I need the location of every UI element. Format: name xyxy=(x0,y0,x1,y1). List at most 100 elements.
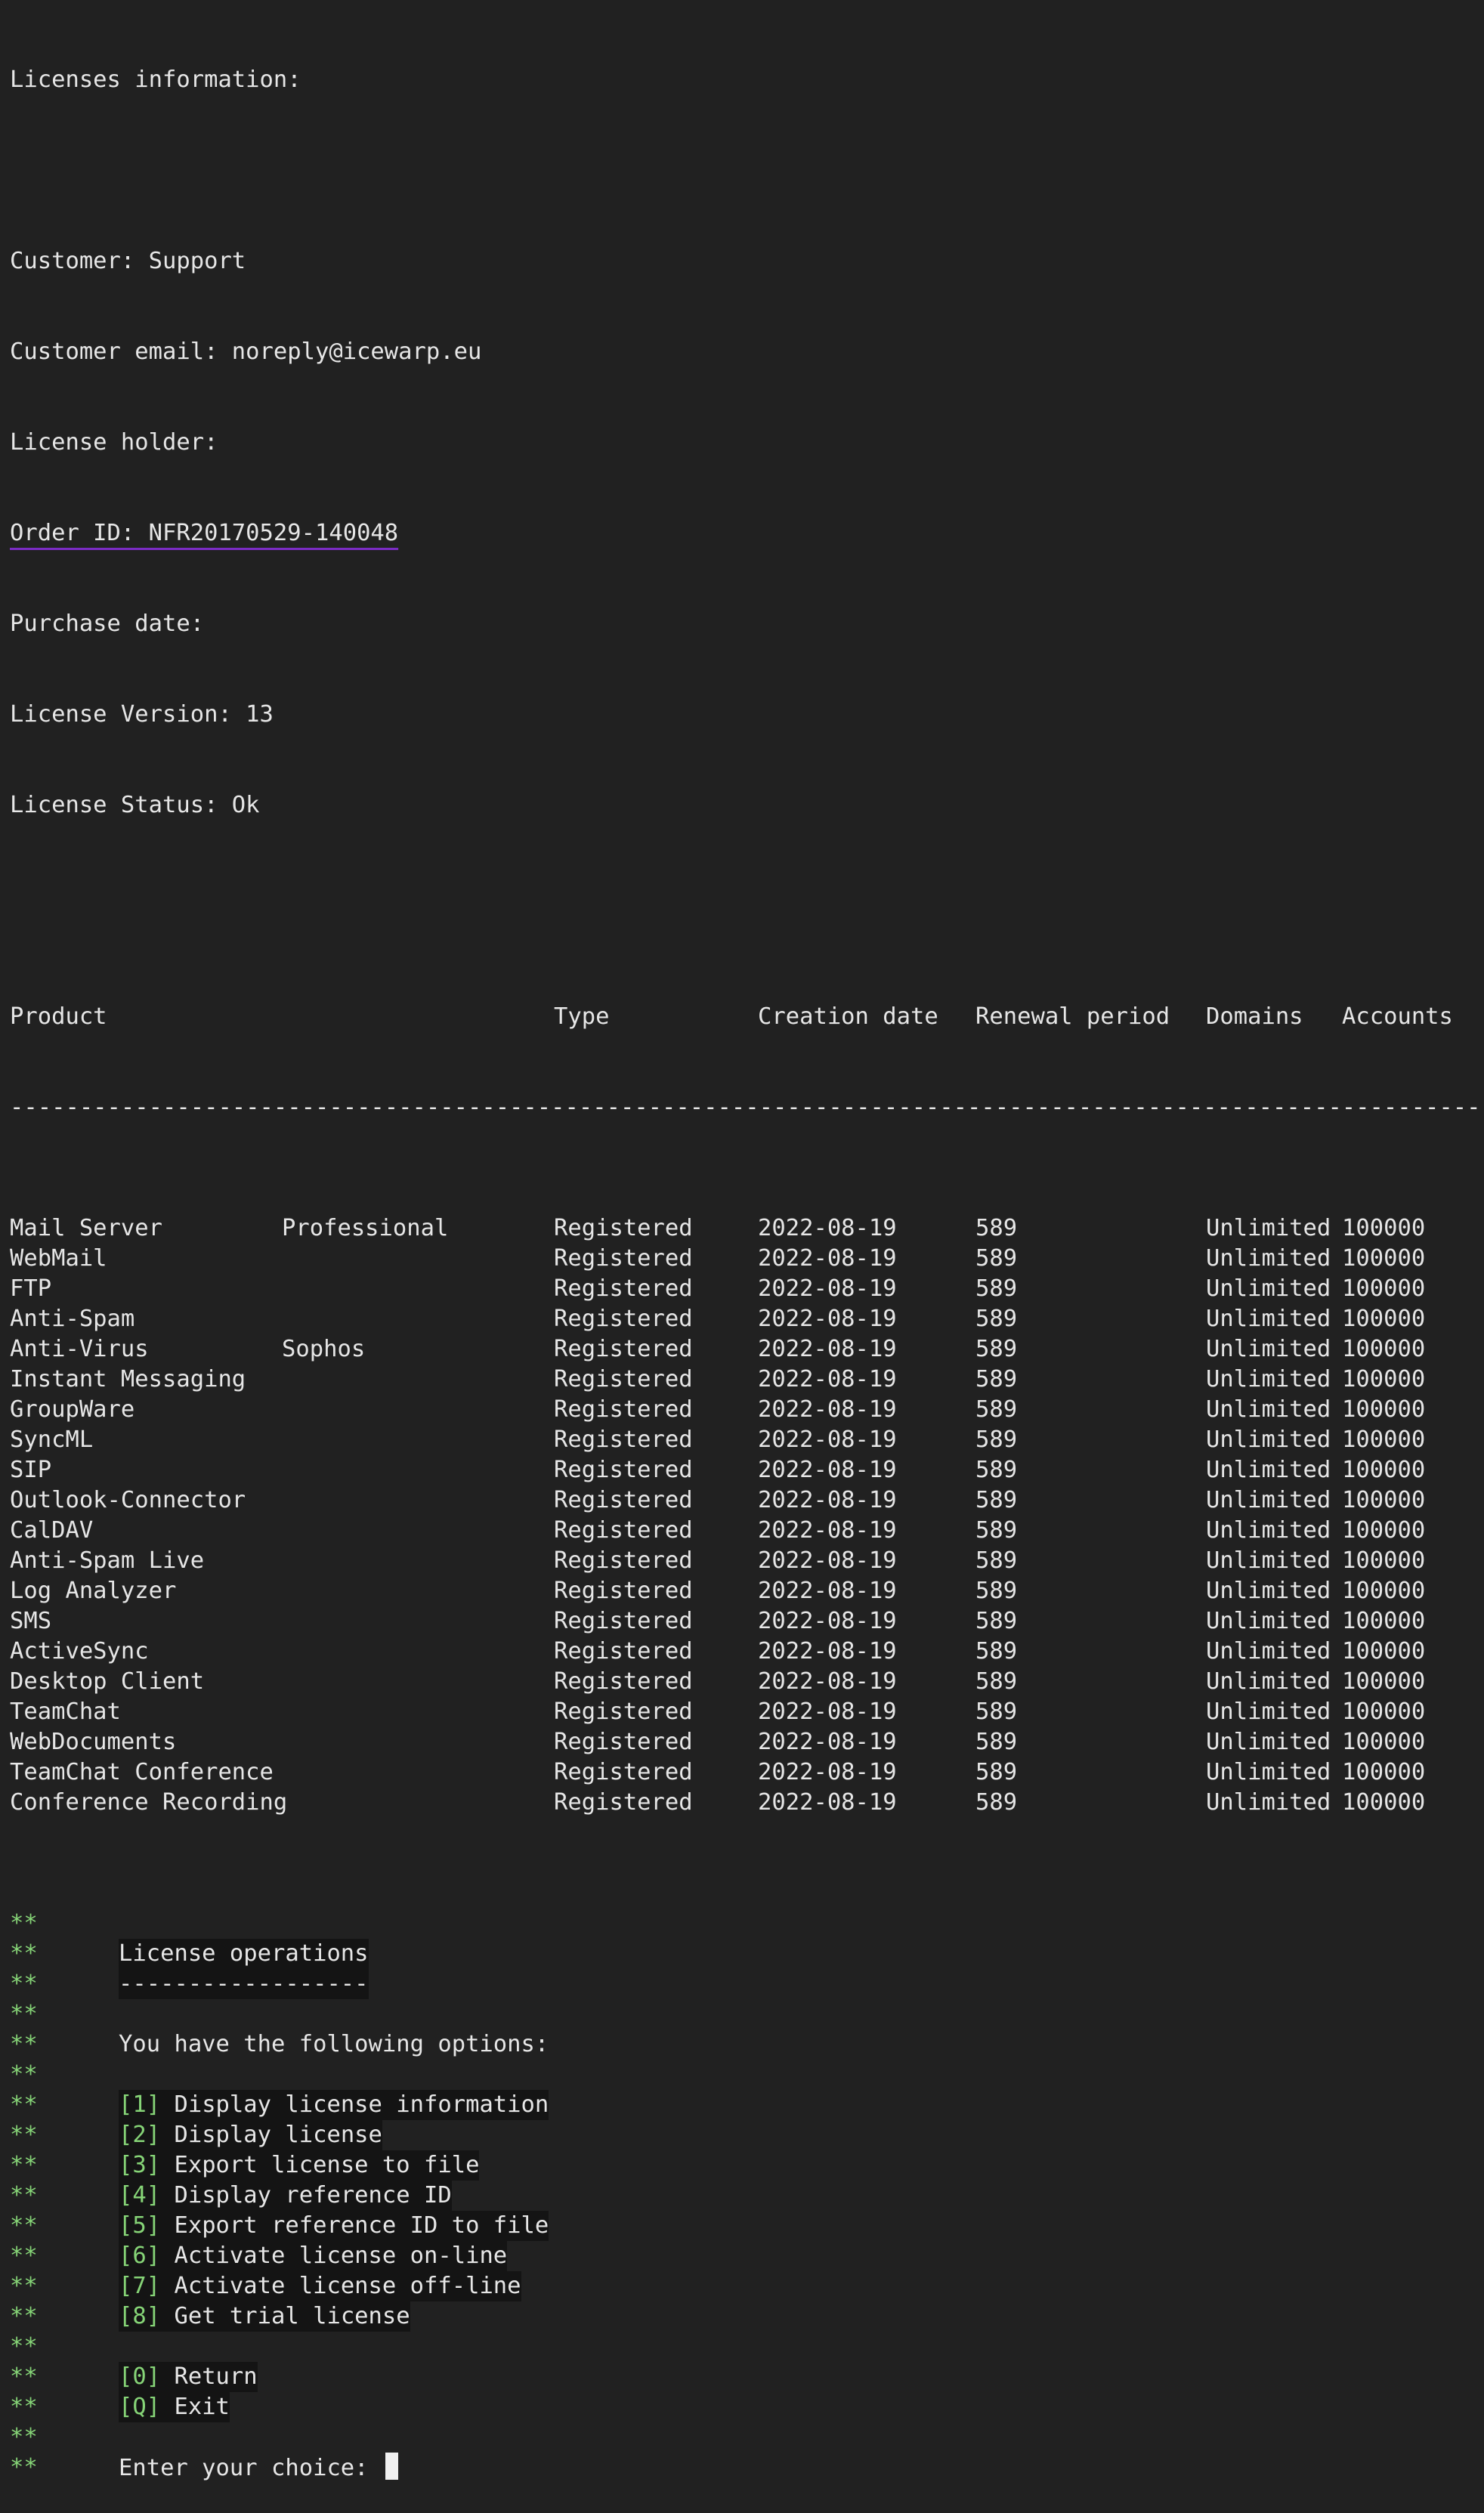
menu-prefix: ** xyxy=(10,2454,38,2481)
domains-count: Unlimited xyxy=(1206,1427,1331,1453)
product-name: Outlook-Connector xyxy=(10,1487,246,1513)
option-return[interactable]: [0] Return xyxy=(119,2362,258,2392)
option-get-trial[interactable]: [8] Get trial license xyxy=(119,2301,410,2332)
table-separator: ----------------------------------------… xyxy=(10,1094,1484,1120)
table-row: TeamChat Registered 2022-08-19 589 Unlimited… xyxy=(10,1697,1476,1727)
renewal-period: 589 xyxy=(975,1275,1018,1302)
table-row: GroupWare Registered 2022-08-19 589 Unlimite… xyxy=(10,1395,1476,1425)
product-name: Log Analyzer xyxy=(10,1578,177,1604)
renewal-period: 589 xyxy=(975,1457,1018,1483)
menu-title-underline-row: ** ------------------ xyxy=(10,1969,1476,1999)
menu-prefix: ** xyxy=(10,2394,38,2420)
domains-count: Unlimited xyxy=(1206,1547,1331,1574)
creation-date: 2022-08-19 xyxy=(758,1275,897,1302)
option-display-license[interactable]: [2] Display license xyxy=(119,2120,382,2150)
customer-email-line: Customer email: noreply@icewarp.eu xyxy=(10,338,482,365)
product-name: WebDocuments xyxy=(10,1729,177,1755)
option-display-license-info[interactable]: [1] Display license information xyxy=(119,2090,549,2120)
renewal-period: 589 xyxy=(975,1668,1018,1695)
table-row: SMS Registered 2022-08-19 589 Unlimited 10000… xyxy=(10,1606,1476,1637)
column-header-renewal-period: Renewal period xyxy=(975,1003,1170,1030)
menu-prefix: ** xyxy=(10,1971,38,1997)
creation-date: 2022-08-19 xyxy=(758,1245,897,1272)
renewal-period: 589 xyxy=(975,1396,1018,1423)
domains-count: Unlimited xyxy=(1206,1306,1331,1332)
license-type: Registered xyxy=(554,1759,693,1785)
accounts-count: 100000 xyxy=(1342,1668,1426,1695)
renewal-period: 589 xyxy=(975,1215,1018,1241)
menu-prefix: ** xyxy=(10,2061,38,2088)
creation-date: 2022-08-19 xyxy=(758,1789,897,1816)
menu-prefix: ** xyxy=(10,2152,38,2178)
option-exit[interactable]: [Q] Exit xyxy=(119,2392,230,2422)
menu-prefix: ** xyxy=(10,1910,38,1937)
renewal-period: 589 xyxy=(975,1517,1018,1544)
menu-prefix: ** xyxy=(10,2333,38,2360)
option-label: Display license information xyxy=(174,2091,549,2118)
option-activate-offline[interactable]: [7] Activate license off-line xyxy=(119,2271,521,2301)
domains-count: Unlimited xyxy=(1206,1608,1331,1634)
menu-prefix: ** xyxy=(10,2363,38,2390)
option-key: [6] xyxy=(119,2243,161,2269)
product-name: SIP xyxy=(10,1457,52,1483)
license-type: Registered xyxy=(554,1789,693,1816)
option-key: [1] xyxy=(119,2091,161,2118)
accounts-count: 100000 xyxy=(1342,1578,1426,1604)
option-key: [7] xyxy=(119,2273,161,2299)
accounts-count: 100000 xyxy=(1342,1517,1426,1544)
menu-prompt-row: ** Enter your choice: xyxy=(10,2453,1476,2483)
menu-prefix: ** xyxy=(10,2303,38,2329)
option-activate-online[interactable]: [6] Activate license on-line xyxy=(119,2241,508,2271)
creation-date: 2022-08-19 xyxy=(758,1306,897,1332)
table-row: FTP Registered 2022-08-19 589 Unlimited 10000… xyxy=(10,1274,1476,1304)
table-row: Conference Recording Registered 2022-08-19… xyxy=(10,1788,1476,1818)
choice-input[interactable]: Enter your choice: xyxy=(119,2453,398,2484)
option-export-license[interactable]: [3] Export license to file xyxy=(119,2150,480,2181)
accounts-count: 100000 xyxy=(1342,1729,1426,1755)
table-row: WebMail Registered 2022-08-19 589 Unlimited 1… xyxy=(10,1244,1476,1274)
accounts-count: 100000 xyxy=(1342,1638,1426,1665)
table-row: Log Analyzer Registered 2022-08-19 589 Unlim… xyxy=(10,1576,1476,1606)
table-row: Outlook-Connector Registered 2022-08-19 589… xyxy=(10,1485,1476,1516)
table-row: Mail Server Professional Registered 2022-08… xyxy=(10,1213,1476,1244)
menu-option-row: ** [1] Display license information xyxy=(10,2090,1476,2120)
option-display-reference-id[interactable]: [4] Display reference ID xyxy=(119,2181,452,2211)
menu-prefix: ** xyxy=(10,2424,38,2450)
table-header: Product Type Creation date Renewal perio… xyxy=(10,1002,1476,1032)
option-key: [4] xyxy=(119,2182,161,2209)
product-name: TeamChat xyxy=(10,1699,121,1725)
customer-line: Customer: Support xyxy=(10,248,246,274)
product-edition: Professional xyxy=(282,1215,449,1241)
menu-prefix: ** xyxy=(10,2273,38,2299)
order-id-link[interactable]: Order ID: NFR20170529-140048 xyxy=(10,520,398,546)
accounts-count: 100000 xyxy=(1342,1336,1426,1362)
product-name: Desktop Client xyxy=(10,1668,205,1695)
table-body: Mail Server Professional Registered 2022-08… xyxy=(10,1213,1476,1818)
license-operations-menu: ** ** License operations ** ----------------… xyxy=(10,1909,1476,2483)
domains-count: Unlimited xyxy=(1206,1638,1331,1665)
accounts-count: 100000 xyxy=(1342,1457,1426,1483)
product-name: SMS xyxy=(10,1608,52,1634)
option-export-reference-id[interactable]: [5] Export reference ID to file xyxy=(119,2211,549,2241)
license-status-line: License Status: Ok xyxy=(10,792,260,818)
domains-count: Unlimited xyxy=(1206,1457,1331,1483)
creation-date: 2022-08-19 xyxy=(758,1215,897,1241)
license-holder-line: License holder: xyxy=(10,429,218,456)
table-row: Desktop Client Registered 2022-08-19 589 Unl… xyxy=(10,1667,1476,1697)
creation-date: 2022-08-19 xyxy=(758,1668,897,1695)
domains-count: Unlimited xyxy=(1206,1578,1331,1604)
column-header-product: Product xyxy=(10,1003,107,1030)
renewal-period: 589 xyxy=(975,1789,1018,1816)
domains-count: Unlimited xyxy=(1206,1487,1331,1513)
domains-count: Unlimited xyxy=(1206,1699,1331,1725)
domains-count: Unlimited xyxy=(1206,1396,1331,1423)
domains-count: Unlimited xyxy=(1206,1517,1331,1544)
menu-prefix: ** xyxy=(10,2001,38,2027)
product-name: Conference Recording xyxy=(10,1789,288,1816)
product-edition: Sophos xyxy=(282,1336,366,1362)
table-row: Anti-Virus Sophos Registered 2022-08-19 589 U… xyxy=(10,1334,1476,1365)
license-type: Registered xyxy=(554,1578,693,1604)
menu-option-row: ** [7] Activate license off-line xyxy=(10,2271,1476,2301)
table-row: Instant Messaging Registered 2022-08-19 589… xyxy=(10,1365,1476,1395)
menu-option-row: ** [8] Get trial license xyxy=(10,2301,1476,2332)
